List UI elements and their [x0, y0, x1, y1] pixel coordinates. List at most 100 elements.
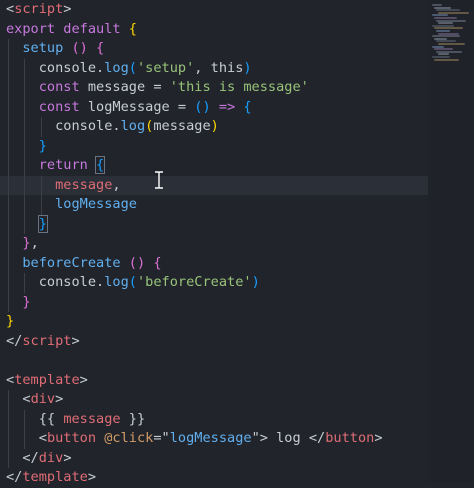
code-line[interactable]: export default {: [0, 20, 428, 40]
code-token: script: [22, 332, 72, 349]
indent-guide: [40, 117, 42, 137]
code-line[interactable]: </template>: [0, 468, 428, 488]
minimap-line: [438, 22, 453, 25]
indent-guide: [24, 273, 26, 293]
indent-guide: [8, 214, 9, 234]
code-token: =: [169, 98, 195, 115]
indent-guide: [8, 409, 9, 429]
code-token: message: [153, 118, 211, 134]
minimap-line: [436, 9, 460, 12]
minimap-line: [432, 56, 450, 58]
code-line[interactable]: <template>: [0, 371, 428, 391]
code-token: </: [6, 469, 23, 485]
code-token: {: [128, 20, 137, 37]
code-line[interactable]: </script>: [0, 332, 428, 352]
code-line[interactable]: setup () {: [0, 39, 428, 59]
code-line[interactable]: message,: [0, 175, 428, 195]
code-token: template: [22, 469, 88, 485]
code-token: logMessage: [87, 98, 170, 115]
code-token: return: [38, 157, 97, 173]
code-token: 'this is message': [169, 79, 309, 95]
code-line[interactable]: const logMessage = () => {: [0, 97, 428, 117]
code-line[interactable]: }: [0, 312, 428, 332]
minimap-line: [432, 35, 460, 38]
code-token: }: [22, 293, 31, 310]
code-token: ): [243, 59, 252, 76]
indent-guide: [24, 429, 26, 449]
code-token: ,: [30, 235, 39, 251]
code-token: (): [194, 98, 211, 115]
indent-guide: [24, 58, 26, 78]
code-token: logMessage: [55, 196, 137, 212]
code-token: (): [128, 254, 146, 271]
code-token: 'setup': [136, 59, 195, 76]
code-token: <: [6, 1, 15, 17]
code-token: =>: [210, 98, 244, 115]
code-token: (: [128, 274, 137, 290]
code-line[interactable]: console.log('beforeCreate'): [0, 273, 428, 293]
code-line[interactable]: },: [0, 234, 428, 254]
code-token: button: [325, 430, 375, 446]
indent-guide: [8, 195, 9, 215]
code-token: log: [120, 118, 146, 134]
code-token: .: [112, 118, 121, 134]
code-line[interactable]: console.log('setup', this): [0, 58, 428, 78]
code-token: ,: [112, 176, 121, 193]
minimap-line: [434, 58, 459, 61]
code-line[interactable]: }: [0, 136, 428, 156]
code-token: ": [251, 430, 260, 446]
code-token: setup: [22, 40, 72, 56]
code-line[interactable]: }: [0, 214, 428, 234]
code-line[interactable]: }: [0, 292, 428, 312]
code-token: script: [14, 1, 64, 17]
code-line[interactable]: console.log(message): [0, 117, 428, 137]
code-token: (: [128, 59, 137, 76]
code-line[interactable]: logMessage: [0, 195, 428, 215]
code-token: >: [55, 391, 64, 407]
minimap-line: [434, 48, 453, 51]
indent-guide: [8, 292, 9, 312]
code-token: log: [104, 59, 129, 76]
code-line[interactable]: {{ message }}: [0, 409, 428, 429]
indent-guide: [24, 409, 26, 429]
indent-guide: [8, 448, 9, 468]
code-line[interactable]: const message = 'this is message': [0, 78, 428, 98]
code-line[interactable]: [0, 351, 428, 371]
code-area[interactable]: <script> export default { setup () { cons…: [0, 0, 428, 488]
code-token: console: [38, 59, 97, 76]
code-token: {: [95, 156, 106, 174]
code-token: ): [210, 118, 219, 134]
indent-guide: [24, 97, 26, 117]
code-line[interactable]: beforeCreate () {: [0, 253, 428, 273]
indent-guide: [8, 429, 9, 449]
code-token: <: [38, 430, 47, 446]
code-token: 'beforeCreate': [136, 274, 252, 290]
minimap-line: [438, 43, 465, 45]
code-line[interactable]: return {: [0, 156, 428, 176]
code-line[interactable]: </div>: [0, 448, 428, 468]
code-token: const: [38, 98, 88, 115]
code-line[interactable]: <script>: [0, 0, 428, 20]
code-line[interactable]: <button @click="logMessage"> log </butto…: [0, 429, 428, 449]
code-token: div: [30, 391, 56, 407]
indent-guide: [24, 136, 26, 156]
code-token: , this: [194, 59, 244, 76]
code-token: button: [46, 430, 97, 446]
indent-guide: [8, 156, 9, 176]
code-token: beforeCreate: [22, 254, 129, 271]
code-line[interactable]: <div>: [0, 390, 428, 410]
minimap[interactable]: [428, 0, 474, 482]
code-editor[interactable]: <script> export default { setup () { cons…: [0, 0, 474, 485]
indent-guide: [8, 390, 9, 410]
code-token: > log </: [259, 430, 326, 446]
